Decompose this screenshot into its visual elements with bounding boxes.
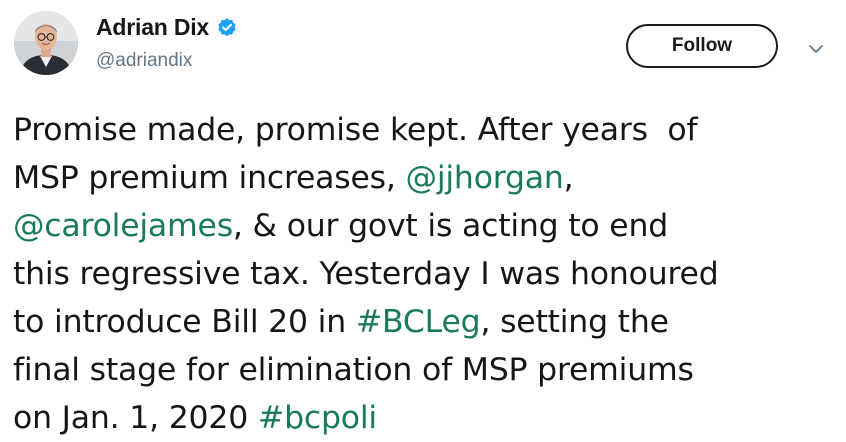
avatar[interactable]: [14, 11, 78, 75]
mention-link[interactable]: @carolejames: [13, 208, 233, 244]
user-handle[interactable]: @adriandix: [96, 50, 238, 72]
tweet-text: Promise made, promise kept. After years …: [13, 106, 839, 442]
hashtag-link[interactable]: #bcpoli: [258, 400, 377, 436]
hashtag-link[interactable]: #BCLeg: [356, 304, 481, 340]
display-name[interactable]: Adrian Dix: [96, 14, 209, 41]
tweet-card: Adrian Dix @adriandix Follow Promise mad…: [0, 0, 846, 438]
name-row: Adrian Dix: [96, 14, 238, 41]
chevron-down-icon[interactable]: [805, 38, 827, 60]
verified-badge-icon: [216, 17, 238, 39]
tweet-line: Promise made, promise kept. After years …: [13, 112, 698, 148]
tweet-line: MSP premium increases,: [13, 160, 406, 196]
tweet-line: this regressive tax. Yesterday I was hon…: [13, 256, 719, 292]
author-block: Adrian Dix @adriandix: [96, 14, 238, 72]
tweet-line-tail: ,: [563, 160, 574, 196]
avatar-image: [14, 11, 78, 75]
tweet-line-tail: , setting the: [480, 304, 669, 340]
tweet-line: , & our govt is acting to end: [232, 208, 669, 244]
follow-button[interactable]: Follow: [626, 24, 778, 68]
tweet-line: final stage for elimination of MSP premi…: [13, 352, 694, 388]
mention-link[interactable]: @jjhorgan: [406, 160, 564, 196]
tweet-line: on Jan. 1, 2020: [13, 400, 258, 436]
tweet-line: to introduce Bill 20 in: [13, 304, 356, 340]
